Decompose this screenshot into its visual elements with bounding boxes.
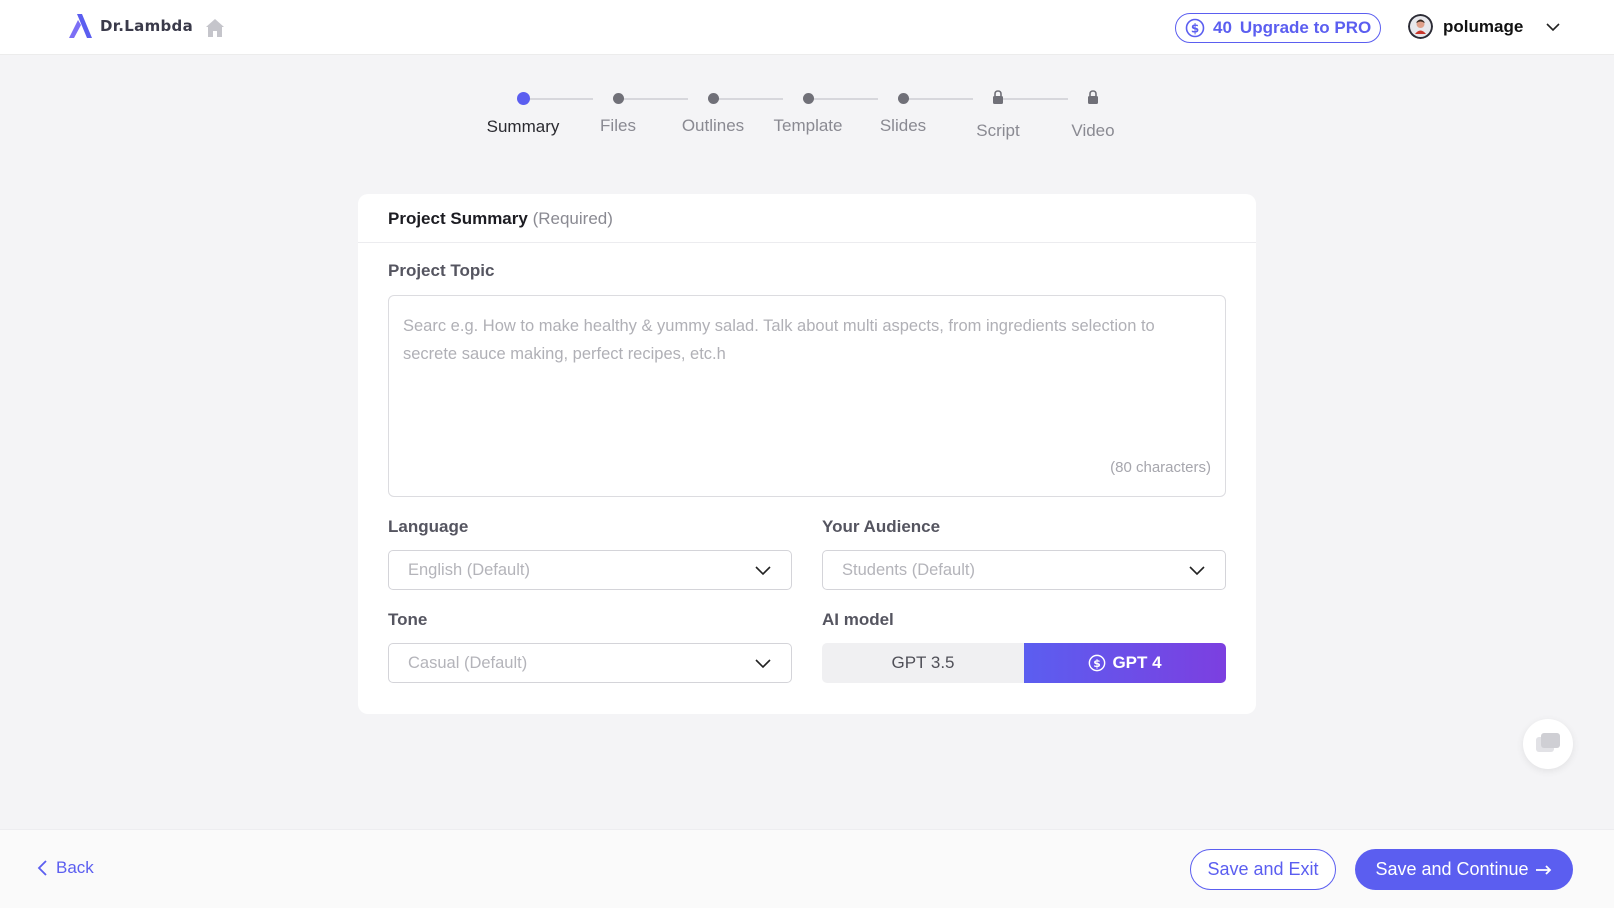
chat-button[interactable] xyxy=(1523,719,1573,769)
lambda-logo-icon xyxy=(69,14,92,38)
footer-bar: Back Save and Exit Save and Continue xyxy=(0,829,1614,908)
home-icon[interactable] xyxy=(204,17,226,39)
chevron-down-icon xyxy=(755,566,771,576)
upgrade-pro-button[interactable]: $ 40 Upgrade to PRO xyxy=(1175,13,1382,43)
topic-label: Project Topic xyxy=(388,261,495,280)
ai-model-label: AI model xyxy=(822,610,894,629)
tone-value: Casual (Default) xyxy=(408,653,528,672)
language-select[interactable]: English (Default) xyxy=(388,550,792,590)
card-header: Project Summary (Required) xyxy=(358,194,1256,243)
account-menu[interactable]: polumage xyxy=(1408,14,1561,39)
save-and-continue-button[interactable]: Save and Continue xyxy=(1355,849,1573,890)
step-summary[interactable]: Summary xyxy=(473,88,573,137)
topic-placeholder: Searc e.g. How to make healthy & yummy s… xyxy=(403,317,1155,363)
avatar xyxy=(1408,14,1433,39)
brand-name: Dr.Lambda xyxy=(100,17,194,35)
tone-label: Tone xyxy=(388,610,428,629)
audience-select[interactable]: Students (Default) xyxy=(822,550,1226,590)
step-label: Outlines xyxy=(681,116,745,135)
brand-logo[interactable]: Dr.Lambda xyxy=(68,14,193,38)
required-note: (Required) xyxy=(532,209,613,228)
language-label: Language xyxy=(388,517,469,536)
top-header: Dr.Lambda $ 40 Upgrade to PRO polumage xyxy=(0,0,1614,55)
arrow-right-icon xyxy=(1535,864,1551,875)
svg-text:$: $ xyxy=(1094,657,1102,670)
chevron-left-icon xyxy=(37,860,47,876)
step-label: Template xyxy=(773,116,843,135)
audience-value: Students (Default) xyxy=(842,560,975,579)
language-value: English (Default) xyxy=(408,560,530,579)
credits-count: 40 xyxy=(1213,18,1232,37)
save-exit-label: Save and Exit xyxy=(1207,859,1319,879)
step-slides[interactable]: Slides xyxy=(853,88,953,136)
chat-icon xyxy=(1536,733,1560,752)
dollar-coin-icon: $ xyxy=(1185,18,1205,38)
step-dot xyxy=(707,93,719,104)
step-video: Video xyxy=(1043,88,1143,141)
step-dot xyxy=(897,93,909,104)
step-label: Video xyxy=(1071,121,1115,140)
section-title: Project Summary xyxy=(388,209,528,228)
chevron-down-icon[interactable] xyxy=(1545,19,1561,35)
chevron-down-icon xyxy=(755,659,771,669)
back-label: Back xyxy=(56,858,94,877)
svg-text:$: $ xyxy=(1191,22,1199,36)
upgrade-label: Upgrade to PRO xyxy=(1239,18,1372,37)
step-dot xyxy=(612,93,624,104)
char-limit: (80 characters) xyxy=(1110,459,1211,476)
step-label: Slides xyxy=(879,116,927,135)
lock-icon xyxy=(1088,90,1098,104)
step-outlines[interactable]: Outlines xyxy=(663,88,763,136)
save-continue-label: Save and Continue xyxy=(1375,859,1529,879)
save-and-exit-button[interactable]: Save and Exit xyxy=(1190,849,1336,890)
step-script: Script xyxy=(948,88,1048,141)
step-dot-active xyxy=(516,92,530,105)
lock-icon xyxy=(993,90,1003,104)
step-label: Files xyxy=(600,116,636,135)
project-summary-card: Project Summary (Required) Project Topic… xyxy=(358,194,1256,714)
model-option-label: GPT 3.5 xyxy=(891,653,955,672)
step-files[interactable]: Files xyxy=(568,88,668,136)
step-label: Script xyxy=(976,121,1020,140)
project-topic-input[interactable]: Searc e.g. How to make healthy & yummy s… xyxy=(388,295,1226,497)
back-button[interactable]: Back xyxy=(36,858,94,878)
audience-label: Your Audience xyxy=(822,517,941,536)
step-template[interactable]: Template xyxy=(758,88,858,136)
tone-select[interactable]: Casual (Default) xyxy=(388,643,792,683)
progress-stepper: Summary Files Outlines Template Slides S… xyxy=(476,88,1134,148)
step-dot xyxy=(802,93,814,104)
step-label: Summary xyxy=(486,117,560,136)
dollar-coin-icon: $ xyxy=(1089,654,1106,672)
username: polumage xyxy=(1443,16,1524,36)
model-option-label: GPT 4 xyxy=(1112,653,1162,672)
model-option-gpt4[interactable]: $ GPT 4 xyxy=(1024,643,1226,683)
chevron-down-icon xyxy=(1189,566,1205,576)
ai-model-toggle: GPT 3.5 $ GPT 4 xyxy=(822,643,1226,683)
model-option-gpt35[interactable]: GPT 3.5 xyxy=(822,643,1024,683)
